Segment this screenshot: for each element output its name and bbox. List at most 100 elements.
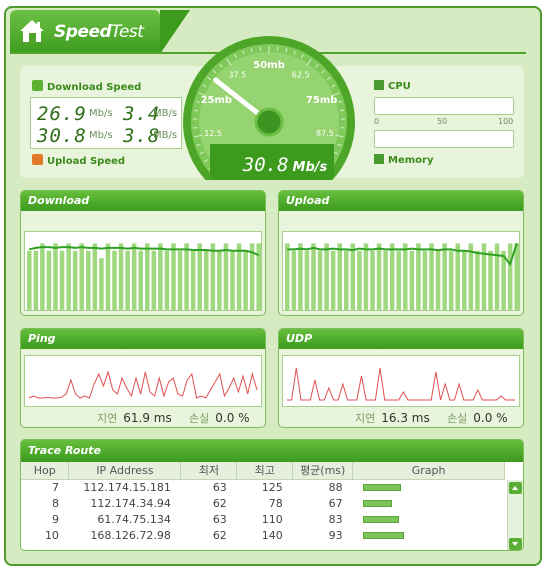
scroll-up-button[interactable]: [509, 482, 522, 494]
throughput-bar: [285, 243, 290, 310]
memory-label-row: Memory: [374, 154, 433, 166]
throughput-bar: [118, 243, 124, 310]
graph-cell: [353, 495, 505, 511]
throughput-bar: [383, 250, 388, 310]
min-cell: 62: [212, 496, 227, 510]
udp-latency-value: 16.3 ms: [381, 411, 430, 425]
graph-cell: [353, 527, 505, 543]
download-MBps-unit: MB/s: [153, 108, 178, 119]
gauge-label: 12.5: [204, 129, 222, 138]
latency-graph-bar: [362, 515, 400, 523]
throughput-bar: [501, 250, 506, 310]
throughput-bar: [151, 250, 157, 310]
upload-speed-label: Upload Speed: [47, 156, 126, 167]
throughput-bar: [164, 250, 170, 310]
ip-cell: 112.174.34.94: [90, 496, 171, 510]
col-avg[interactable]: 평균(ms): [292, 462, 354, 480]
col-graph[interactable]: Graph: [352, 462, 505, 480]
memory-label: Memory: [388, 155, 434, 166]
memory-usage-bar: [374, 130, 514, 148]
gauge-tick: [340, 109, 345, 112]
throughput-bar: [291, 250, 297, 310]
upload-chart: [285, 243, 519, 310]
udp-loss: 손실 0.0 %: [447, 410, 508, 426]
scale-tick-0: 0: [374, 117, 380, 126]
graph-cell: [353, 511, 505, 527]
scroll-down-button[interactable]: [509, 538, 522, 550]
scale-tick-50: 50: [437, 117, 448, 126]
app-header: SpeedTest: [10, 10, 190, 54]
latency-graph-bar: [362, 483, 402, 491]
upload-mbps-value: 30.8: [37, 125, 87, 147]
speed-readout-box: 26.9 Mb/s 3.4 MB/s 30.8 Mb/s 3.8 MB/s: [30, 97, 182, 149]
throughput-bar: [370, 250, 375, 310]
throughput-bar: [92, 243, 98, 310]
throughput-bar: [409, 250, 415, 310]
throughput-bar: [40, 243, 45, 310]
col-ip-address[interactable]: IP Address: [68, 462, 182, 480]
download-speed-label-row: Download Speed: [32, 80, 141, 93]
trace-header-row: Hop IP Address 최저 최고 평균(ms) Graph: [21, 462, 505, 480]
udp-plot: [282, 355, 520, 407]
cpu-label-row: CPU: [374, 80, 411, 92]
hop-cell: 7: [51, 480, 59, 494]
max-cell: 125: [261, 480, 283, 494]
gauge-label: 87.5: [316, 129, 334, 138]
throughput-bar: [507, 243, 513, 310]
gauge-tick: [193, 109, 198, 112]
throughput-bar: [223, 243, 229, 310]
throughput-bar: [514, 243, 519, 310]
throughput-bar: [357, 250, 362, 310]
avg-cell: 88: [328, 480, 343, 494]
trace-route-title: Trace Route: [21, 440, 523, 462]
download-mbps-value: 26.9: [37, 103, 87, 125]
trace-scrollbar[interactable]: [507, 480, 523, 550]
col-min[interactable]: 최저: [180, 462, 238, 480]
avg-cell: 67: [328, 496, 343, 510]
avg-cell: 83: [328, 512, 343, 526]
throughput-bar: [46, 250, 52, 310]
col-max[interactable]: 최고: [236, 462, 294, 480]
throughput-bar: [27, 250, 32, 310]
ping-latency-value: 61.9 ms: [123, 411, 172, 425]
latency-graph-bar: [362, 531, 404, 539]
throughput-bar: [210, 243, 216, 310]
ping-loss: 손실 0.0 %: [189, 410, 250, 426]
app-title-thin: Test: [111, 22, 144, 42]
upload-speed-label-row: Upload Speed: [32, 154, 125, 167]
throughput-bar: [488, 250, 493, 310]
gauge-readout-value: 30.8: [242, 154, 289, 176]
throughput-bar: [448, 250, 454, 310]
throughput-bar: [422, 250, 428, 310]
throughput-bar: [455, 243, 460, 310]
ip-cell: 61.74.75.134: [97, 512, 171, 526]
trace-row[interactable]: 9 61.74.75.134 63 110 83: [21, 511, 505, 527]
gauge-readout: 30.8 Mb/s: [220, 154, 350, 180]
gauge-label: 62.5: [292, 71, 310, 80]
throughput-bar: [324, 243, 329, 310]
trace-row[interactable]: 10 168.126.72.98 62 140 93: [21, 527, 505, 543]
udp-loss-value: 0.0 %: [473, 411, 508, 425]
col-hop[interactable]: Hop: [21, 462, 70, 480]
trace-row[interactable]: 8 112.174.34.94 62 78 67: [21, 495, 505, 511]
throughput-bar: [311, 243, 316, 310]
throughput-bar: [53, 243, 58, 310]
udp-latency-label: 지연: [355, 412, 376, 425]
throughput-bar: [317, 250, 323, 310]
cpu-square-icon: [374, 80, 384, 90]
throughput-bar: [462, 250, 467, 310]
memory-square-icon: [374, 154, 384, 164]
download-mbps-unit: Mb/s: [89, 108, 113, 119]
ping-panel: Ping 지연 61.9 ms 손실 0.0 %: [20, 328, 266, 428]
hop-cell: 8: [51, 496, 59, 510]
min-cell: 63: [212, 512, 227, 526]
throughput-bar: [145, 243, 150, 310]
throughput-bar: [204, 250, 209, 310]
throughput-bar: [363, 243, 369, 310]
throughput-bar: [217, 250, 222, 310]
trace-row[interactable]: 7 112.174.15.181 63 125 88: [21, 479, 505, 495]
throughput-bar: [429, 243, 434, 310]
download-panel: Download: [20, 190, 266, 316]
app-title-bold: Speed: [54, 22, 112, 42]
throughput-bar: [138, 250, 143, 310]
